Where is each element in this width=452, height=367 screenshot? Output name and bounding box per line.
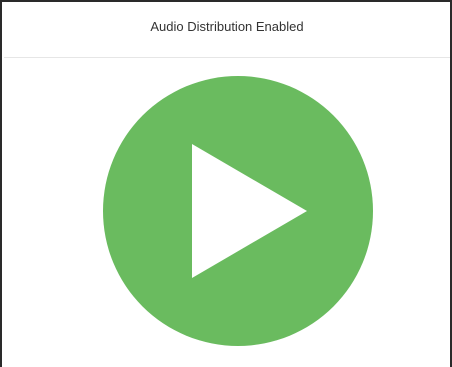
panel-frame: Audio Distribution Enabled <box>0 0 452 367</box>
status-header: Audio Distribution Enabled <box>4 4 450 58</box>
play-button[interactable] <box>103 76 373 346</box>
play-icon <box>103 76 373 346</box>
status-text: Audio Distribution Enabled <box>150 19 304 34</box>
